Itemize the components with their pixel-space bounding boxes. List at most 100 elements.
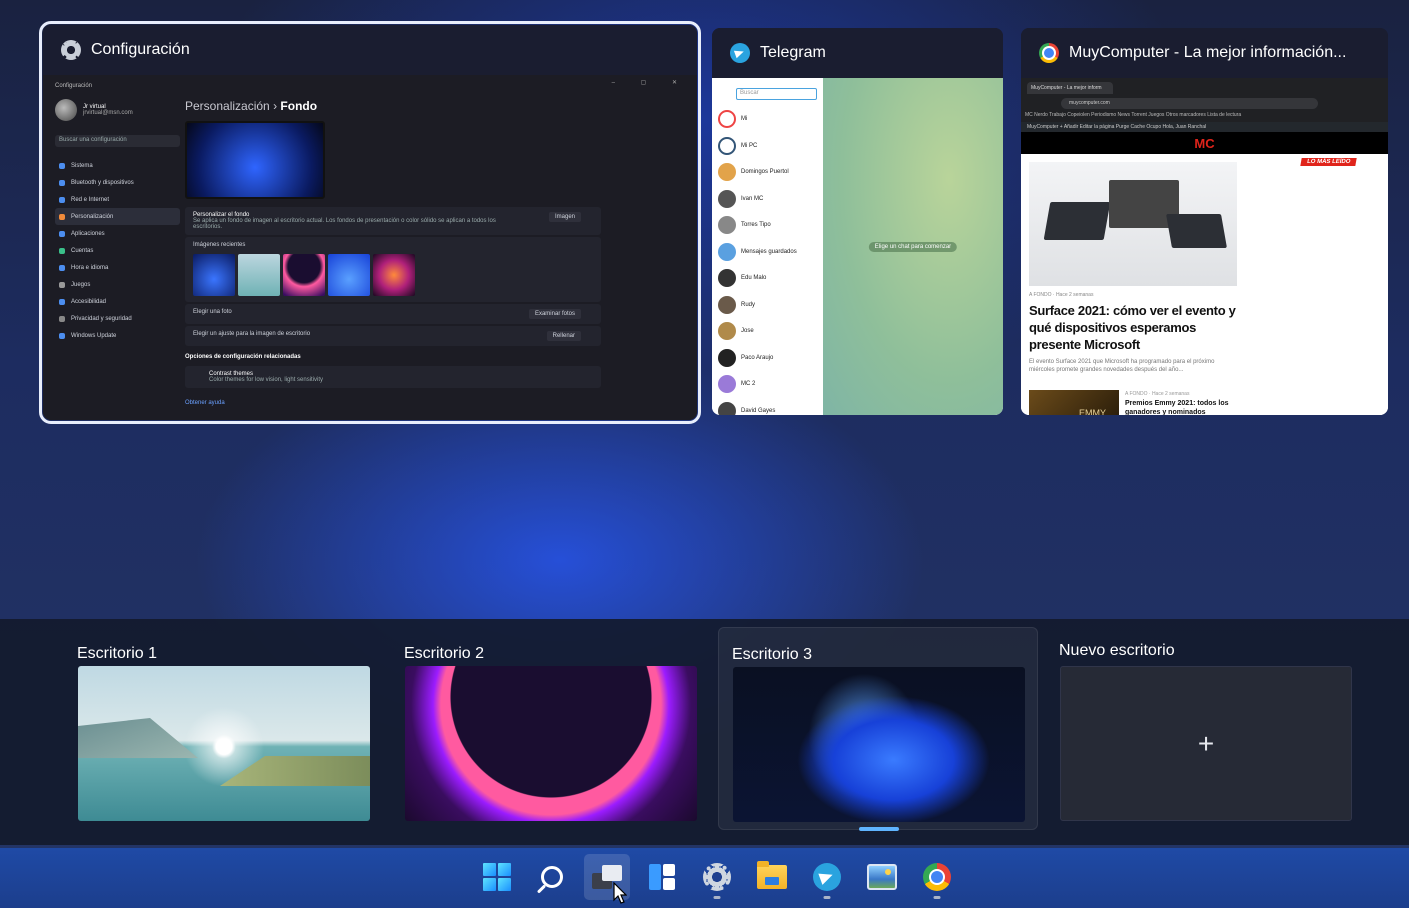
chrome-icon bbox=[1039, 43, 1059, 63]
nav-item: Privacidad y seguridad bbox=[55, 310, 180, 327]
window-header: MuyComputer - La mejor información... bbox=[1021, 28, 1388, 78]
window-title: Telegram bbox=[760, 44, 826, 61]
settings-main: Personalización › Fondo Personalizar el … bbox=[185, 99, 601, 406]
desktop-1[interactable]: Escritorio 1 bbox=[64, 627, 384, 830]
nav-item: Accesibilidad bbox=[55, 293, 180, 310]
desktop-3[interactable]: Escritorio 3 bbox=[718, 627, 1038, 831]
window-header: Configuración bbox=[43, 25, 697, 75]
wp-admin-bar: MuyComputer + Añadir Editar la página Pu… bbox=[1021, 122, 1388, 132]
window-thumbnail-chrome[interactable]: MuyComputer - La mejor información... Mu… bbox=[1021, 28, 1388, 415]
fit-row: Elegir un ajuste para la imagen de escri… bbox=[185, 326, 601, 346]
list-item: Paco Araujo bbox=[712, 345, 823, 372]
article-headline: Surface 2021: cómo ver el evento y qué d… bbox=[1029, 303, 1236, 352]
settings-breadcrumb: Personalización › Fondo bbox=[185, 99, 318, 113]
empty-chat-pill: Elige un chat para comenzar bbox=[868, 241, 958, 252]
desktop-wallpaper bbox=[733, 667, 1025, 822]
running-indicator bbox=[823, 896, 831, 899]
related-section: Opciones de configuración relacionadas bbox=[185, 354, 301, 360]
desktop-label: Escritorio 3 bbox=[732, 646, 813, 663]
article-thumb: EMMY bbox=[1029, 390, 1119, 415]
list-item: Mensajes guardados bbox=[712, 239, 823, 266]
taskbar-file-explorer[interactable] bbox=[749, 854, 795, 900]
running-indicator bbox=[713, 896, 721, 899]
address-bar: muycomputer.com bbox=[1061, 98, 1318, 109]
desktop-wallpaper bbox=[78, 666, 370, 821]
list-item: Torres Tipo bbox=[712, 212, 823, 239]
list-item: Domingos Puertol bbox=[712, 159, 823, 186]
list-item: Rudy bbox=[712, 292, 823, 319]
taskbar-chrome[interactable] bbox=[914, 854, 960, 900]
plus-icon: + bbox=[1197, 727, 1215, 759]
nav-item: Red e Internet bbox=[55, 191, 180, 208]
telegram-preview: Buscar Mi Mi PC Domingos Puertol Ivan MC… bbox=[712, 78, 1003, 415]
search-icon bbox=[541, 866, 563, 888]
desktop-2[interactable]: Escritorio 2 bbox=[391, 627, 711, 830]
recent-images bbox=[193, 254, 593, 296]
taskbar-photos[interactable] bbox=[859, 854, 905, 900]
article-lede: El evento Surface 2021 que Microsoft ha … bbox=[1029, 359, 1215, 373]
nav-item: Hora e idioma bbox=[55, 259, 180, 276]
chat-pane: Elige un chat para comenzar bbox=[823, 78, 1003, 415]
chat-list: Buscar Mi Mi PC Domingos Puertol Ivan MC… bbox=[712, 78, 823, 415]
site-logo: MC bbox=[1021, 132, 1388, 154]
telegram-icon bbox=[730, 43, 750, 63]
user-card: Jr virtual jrvirtual@msn.com bbox=[55, 99, 180, 121]
desktop-label: Escritorio 2 bbox=[404, 645, 485, 662]
taskbar bbox=[0, 848, 1409, 908]
search-button[interactable] bbox=[529, 854, 575, 900]
desktop-wallpaper bbox=[405, 666, 697, 821]
chrome-icon bbox=[923, 863, 951, 891]
chat-search-input: Buscar bbox=[736, 88, 817, 100]
settings-preview: Configuración – ▢ ✕ Jr virtual jrvirtual… bbox=[43, 75, 697, 420]
window-thumbnail-settings[interactable]: Configuración Configuración – ▢ ✕ Jr vir… bbox=[39, 21, 701, 424]
window-thumbnail-telegram[interactable]: Telegram Buscar Mi Mi PC Domingos Puerto… bbox=[712, 28, 1003, 415]
widgets-button[interactable] bbox=[639, 854, 685, 900]
help-link: Obtener ayuda bbox=[185, 400, 225, 406]
nav-item: Juegos bbox=[55, 276, 180, 293]
new-desktop-button[interactable]: Nuevo escritorio + bbox=[1046, 627, 1366, 830]
website: MC LO MÁS LEÍDO A FONDO · Hace 2 semanas… bbox=[1021, 132, 1388, 415]
settings-gear-icon bbox=[703, 863, 731, 891]
telegram-icon bbox=[813, 863, 841, 891]
list-item: Jose bbox=[712, 318, 823, 345]
start-button[interactable] bbox=[474, 854, 520, 900]
file-explorer-icon bbox=[757, 861, 787, 889]
list-item: Mi bbox=[712, 106, 823, 133]
recent-images-row: Imágenes recientes bbox=[185, 237, 601, 302]
article-headline-2: A FONDO · Hace 2 semanas Premios Emmy 20… bbox=[1125, 391, 1229, 415]
choose-photo-row: Elegir una foto Examinar fotos bbox=[185, 304, 601, 324]
nav-item: Windows Update bbox=[55, 327, 180, 344]
list-item: MC 2 bbox=[712, 371, 823, 398]
article-image bbox=[1029, 162, 1237, 286]
list-item: David Gayes bbox=[712, 398, 823, 415]
settings-sidebar: Jr virtual jrvirtual@msn.com Buscar una … bbox=[55, 85, 180, 344]
desktop-label: Nuevo escritorio bbox=[1059, 642, 1175, 659]
new-desktop-tile: + bbox=[1060, 666, 1352, 821]
nav-item: Bluetooth y dispositivos bbox=[55, 174, 180, 191]
photos-icon bbox=[867, 864, 897, 890]
article-kicker: A FONDO · Hace 2 semanas bbox=[1029, 292, 1094, 298]
window-header: Telegram bbox=[712, 28, 1003, 78]
nav-item-active: Personalización bbox=[55, 208, 180, 225]
personalize-row: Personalizar el fondo Se aplica un fondo… bbox=[185, 207, 601, 235]
settings-gear-icon bbox=[61, 40, 81, 60]
windows-logo-icon bbox=[483, 863, 511, 891]
list-item: Edu Malo bbox=[712, 265, 823, 292]
nav-item: Aplicaciones bbox=[55, 225, 180, 242]
settings-nav: Sistema Bluetooth y dispositivos Red e I… bbox=[55, 157, 180, 344]
desktop-label: Escritorio 1 bbox=[77, 645, 158, 662]
most-read-badge: LO MÁS LEÍDO bbox=[1299, 158, 1357, 166]
list-item: Mi PC bbox=[712, 133, 823, 160]
nav-item: Cuentas bbox=[55, 242, 180, 259]
browser-preview: MuyComputer - La mejor inform muycompute… bbox=[1021, 78, 1388, 415]
taskbar-telegram[interactable] bbox=[804, 854, 850, 900]
window-title: MuyComputer - La mejor información... bbox=[1069, 44, 1347, 61]
window-controls: – ▢ ✕ bbox=[611, 80, 689, 86]
taskbar-settings[interactable] bbox=[694, 854, 740, 900]
widgets-icon bbox=[649, 864, 675, 890]
nav-item: Sistema bbox=[55, 157, 180, 174]
active-desktop-indicator bbox=[859, 827, 899, 831]
window-title: Configuración bbox=[91, 41, 190, 58]
avatar bbox=[55, 99, 77, 121]
list-item: Ivan MC bbox=[712, 186, 823, 213]
